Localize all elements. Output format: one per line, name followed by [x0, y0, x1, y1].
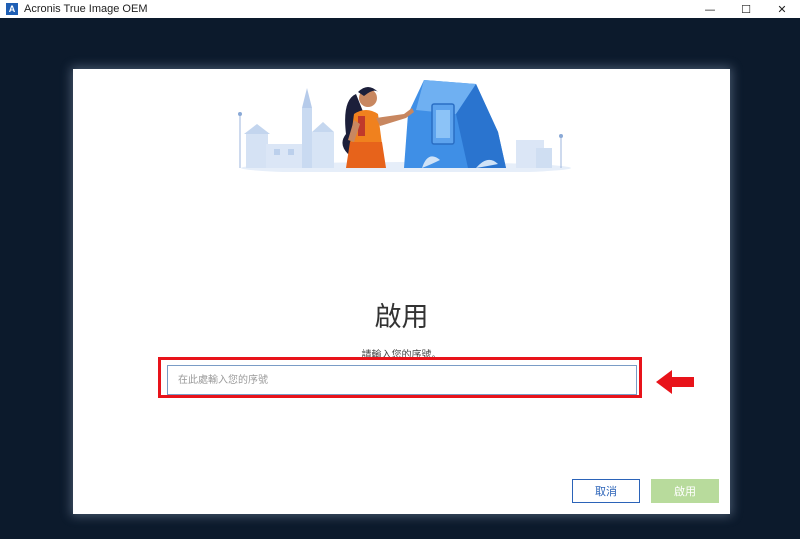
maximize-button[interactable]: ☐ — [728, 0, 764, 18]
serial-number-input[interactable] — [167, 365, 637, 395]
close-button[interactable]: ✕ — [764, 0, 800, 18]
minimize-button[interactable]: — — [692, 0, 728, 18]
activation-illustration — [238, 80, 571, 172]
activation-dialog: 啟用 請輸入您的序號。 取消 啟用 — [73, 69, 730, 514]
window-controls: — ☐ ✕ — [692, 0, 800, 18]
acronis-logo-icon: A — [6, 3, 18, 15]
title-bar: A Acronis True Image OEM — ☐ ✕ — [0, 0, 800, 18]
dialog-title: 啟用 — [374, 302, 429, 333]
cancel-button[interactable]: 取消 — [572, 479, 640, 503]
left-arrow-icon — [656, 370, 694, 394]
window-title: Acronis True Image OEM — [24, 3, 148, 15]
activate-button[interactable]: 啟用 — [651, 479, 719, 503]
